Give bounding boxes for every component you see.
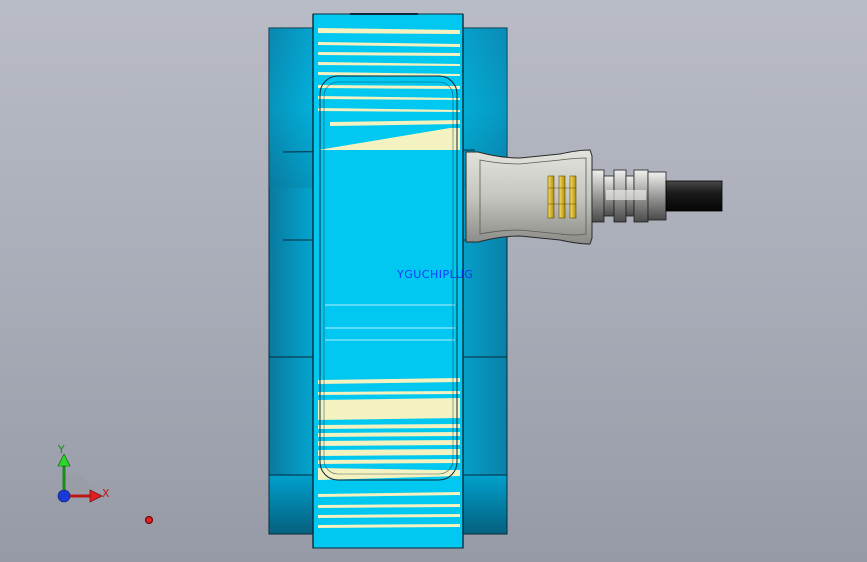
axis-y-label: Y: [58, 443, 65, 456]
feature-label: YGUCHIPLUG: [397, 268, 474, 281]
axis-x-label: X: [102, 487, 110, 500]
stator-band[interactable]: [312, 13, 464, 549]
connector-pins: [547, 175, 577, 219]
axis-triad: Y X: [48, 440, 118, 510]
motor-model[interactable]: [0, 0, 867, 562]
lower-windings: [318, 378, 460, 528]
model-viewport[interactable]: YGUCHIPLUG Y X: [0, 0, 867, 562]
connector-plug[interactable]: [465, 149, 667, 245]
cable[interactable]: [665, 180, 723, 212]
origin-marker: [145, 516, 153, 524]
